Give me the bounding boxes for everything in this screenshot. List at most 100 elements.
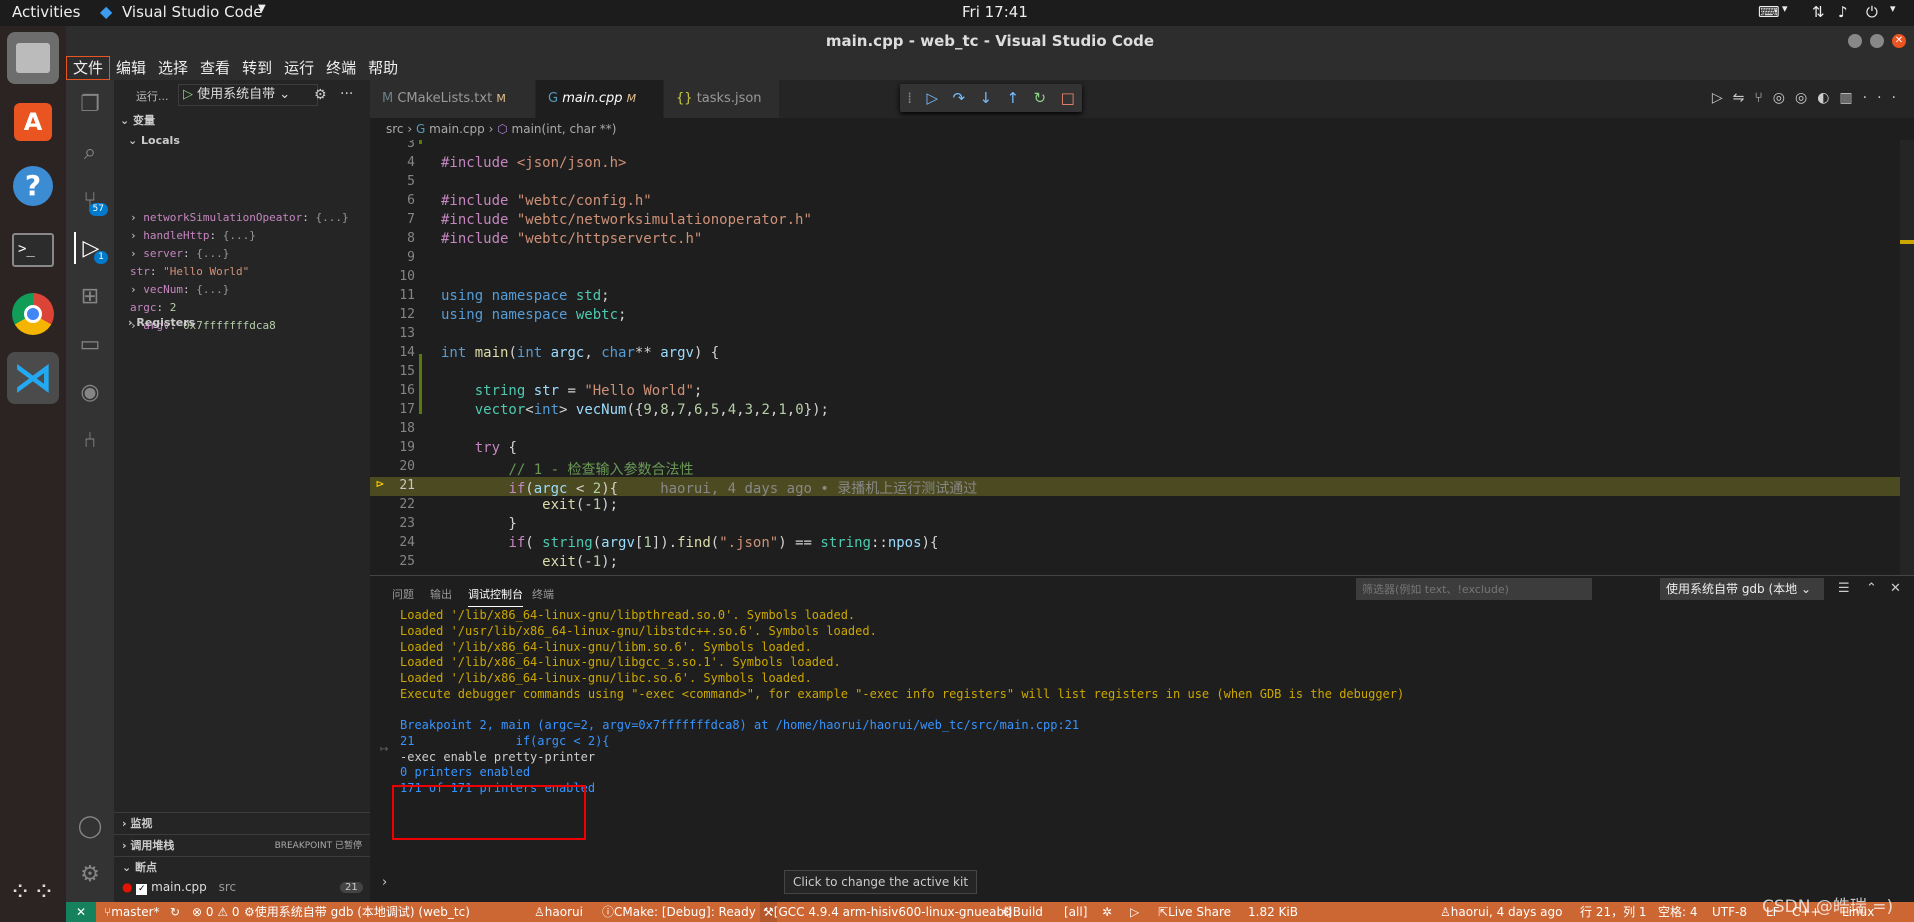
close-panel-icon[interactable]: ✕ (1890, 581, 1901, 596)
remote-indicator[interactable]: ✕ (66, 902, 96, 922)
drag-handle-icon[interactable]: ⁞ (907, 89, 912, 107)
cmake-status[interactable]: ⓘ CMake: [Debug]: Ready (602, 902, 756, 922)
variable-item[interactable]: › networkSimulationOpeator: {...} (130, 208, 349, 228)
code-editor[interactable]: 3 4 5 6 7 8 9 10 11 12 13 14 15 16 17 18 19 20 21 22 23 24 25 … (370, 140, 1914, 575)
tab-debug-console[interactable]: 调试控制台 (468, 586, 523, 607)
menu-file[interactable]: 文件 (66, 56, 111, 80)
debug-console-filter[interactable] (1356, 578, 1592, 600)
power-icon[interactable]: ⏻ (1866, 3, 1878, 21)
menu-help[interactable]: 帮助 (362, 56, 404, 80)
debug-launch-status[interactable]: ⚙ 使用系统自带 gdb (本地调试) (web_tc) (244, 902, 470, 922)
stop-icon[interactable]: □ (1061, 89, 1075, 107)
search-icon[interactable]: ⌕ (74, 136, 106, 168)
menu-terminal[interactable]: 终端 (320, 56, 362, 80)
git-blame-status[interactable]: ♙ haorui, 4 days ago (1440, 902, 1562, 922)
split-editor-icon[interactable]: ▥ (1839, 90, 1862, 106)
maximize-button[interactable] (1870, 34, 1884, 48)
debug-target-icon[interactable]: ✲ (1102, 902, 1112, 922)
vscode-app-icon[interactable]: ⋊ (7, 352, 59, 404)
terminal-app-icon[interactable]: >_ (7, 224, 59, 276)
build-target[interactable]: [all] (1064, 902, 1087, 922)
network-icon[interactable]: ⇅ (1812, 3, 1825, 21)
close-button[interactable]: ✕ (1892, 34, 1906, 48)
menu-edit[interactable]: 编辑 (110, 56, 152, 80)
explorer-icon[interactable]: ❐ (74, 88, 106, 120)
variable-item[interactable]: argc: 2 (130, 298, 176, 318)
chrome-app-icon[interactable] (7, 288, 59, 340)
locals-scope[interactable]: ⌄ Locals (128, 134, 180, 147)
live-share[interactable]: ⇱ Live Share (1158, 902, 1231, 922)
menu-selection[interactable]: 选择 (152, 56, 194, 80)
indentation[interactable]: 空格: 4 (1658, 902, 1698, 922)
run-debug-icon[interactable]: ▷ 1 (74, 232, 108, 264)
breakpoint-item[interactable]: ● ✓ main.cpp src (122, 880, 236, 895)
breadcrumb-file[interactable]: main.cpp (429, 122, 485, 136)
help-app-icon[interactable]: ? (7, 160, 59, 212)
step-over-icon[interactable]: ↷ (952, 89, 965, 107)
watch-section-header[interactable]: › 监视 (114, 812, 370, 834)
tab-output[interactable]: 输出 (430, 586, 452, 602)
remote-explorer-icon[interactable]: ▭ (74, 328, 106, 360)
tab-tasks-json[interactable]: {} tasks.json (664, 80, 780, 118)
callstack-section-header[interactable]: › 调用堆栈 BREAKPOINT 已暂停 (114, 834, 370, 856)
debug-session-select[interactable]: 使用系统自带 gdb (本地 ⌄ (1660, 578, 1824, 600)
more-actions-icon[interactable]: ··· (1863, 90, 1906, 106)
tab-cmakelists[interactable]: M CMakeLists.txt M (370, 80, 536, 118)
git-icon[interactable]: ⑂ (1754, 90, 1772, 106)
variable-item[interactable]: › handleHttp: {...} (130, 226, 256, 246)
variables-section-header[interactable]: ⌄ 变量 (114, 112, 155, 128)
build-button[interactable]: ⚙ Build (1002, 902, 1043, 922)
tab-main-cpp[interactable]: G main.cpp M ✕ (536, 80, 664, 144)
menu-go[interactable]: 转到 (236, 56, 278, 80)
restart-icon[interactable]: ↻ (1034, 89, 1047, 107)
minimize-button[interactable] (1848, 34, 1862, 48)
git-graph-icon[interactable]: ⑃ (74, 424, 106, 456)
tab-problems[interactable]: 问题 (392, 586, 414, 602)
editor-scrollbar[interactable] (1900, 140, 1914, 575)
cursor-position[interactable]: 行 21，列 1 (1580, 902, 1647, 922)
breadcrumb-folder[interactable]: src (386, 122, 404, 136)
encoding[interactable]: UTF-8 (1712, 902, 1747, 922)
github-icon[interactable]: ◉ (74, 376, 106, 408)
diff-icon[interactable]: ⇋ (1733, 90, 1755, 106)
active-kit[interactable]: ⚒ [GCC 4.9.4 arm-hisiv600-linux-gnueabi] (760, 902, 1012, 922)
sync-icon[interactable]: ↻ (170, 902, 180, 922)
prev-change-icon[interactable]: ◎ (1773, 90, 1795, 106)
software-app-icon[interactable]: A (7, 96, 59, 148)
console-prompt-icon[interactable]: › (382, 875, 387, 890)
problems-indicator[interactable]: ⊗ 0 ⚠ 0 (192, 902, 240, 922)
keyboard-icon[interactable]: ⌨ (1758, 3, 1780, 21)
gear-icon[interactable]: ⚙ (314, 87, 327, 103)
breakpoints-section-header[interactable]: ⌄ 断点 (114, 856, 370, 878)
debug-config-select[interactable]: ▷ 使用系统自带 ⌄ (178, 84, 318, 106)
git-branch[interactable]: ⑂ master* (104, 902, 160, 922)
variable-item[interactable]: › server: {...} (130, 244, 229, 264)
volume-icon[interactable]: ♪ (1838, 3, 1848, 21)
maximize-panel-icon[interactable]: ⌃ (1866, 581, 1877, 596)
show-applications-icon[interactable]: ⁘⁘ (7, 866, 59, 918)
variable-item[interactable]: › vecNum: {...} (130, 280, 229, 300)
toggle-icon[interactable]: ◐ (1817, 90, 1839, 106)
account-status[interactable]: ♙ haorui (534, 902, 583, 922)
files-app-icon[interactable] (7, 32, 59, 84)
step-into-icon[interactable]: ↓ (979, 89, 992, 107)
clear-console-icon[interactable]: ☰ (1838, 581, 1850, 596)
active-app-menu[interactable]: Visual Studio Code (122, 3, 263, 21)
registers-scope[interactable]: › Registers (128, 316, 195, 329)
breakpoint-checkbox[interactable]: ✓ (136, 884, 148, 895)
continue-icon[interactable]: ▷ (926, 89, 938, 107)
start-debug-icon[interactable]: ▷ (183, 87, 193, 102)
step-out-icon[interactable]: ↑ (1007, 89, 1020, 107)
more-actions-icon[interactable]: ··· (340, 86, 353, 102)
launch-icon[interactable]: ▷ (1130, 902, 1139, 922)
gear-icon[interactable]: ⚙ (74, 858, 106, 890)
tab-terminal[interactable]: 终端 (532, 586, 554, 602)
clock[interactable]: Fri 17:41 (962, 3, 1028, 21)
menu-view[interactable]: 查看 (194, 56, 236, 80)
variable-item[interactable]: str: "Hello World" (130, 262, 249, 282)
run-icon[interactable]: ▷ (1712, 90, 1733, 106)
extensions-icon[interactable]: ⊞ (74, 280, 106, 312)
source-control-icon[interactable]: ⑂ 57 (74, 184, 108, 216)
menu-run[interactable]: 运行 (278, 56, 320, 80)
breadcrumb-symbol[interactable]: main(int, char **) (512, 122, 617, 136)
